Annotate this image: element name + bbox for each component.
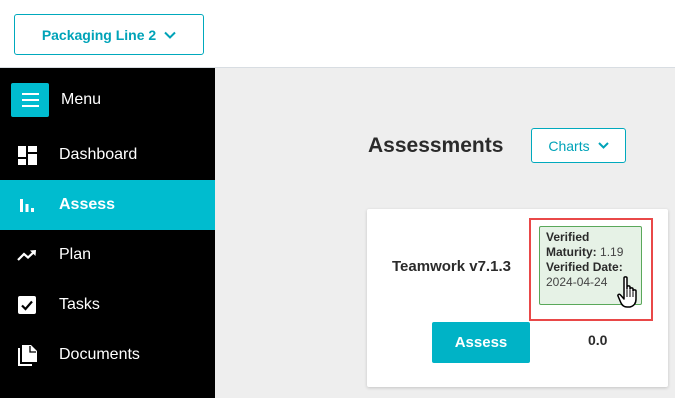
highlight-box: Verified Maturity: 1.19 Verified Date: 2…: [529, 218, 653, 321]
chevron-down-icon: [164, 31, 176, 39]
bar-chart-icon: [17, 195, 37, 215]
documents-icon: [17, 344, 37, 366]
sidebar-item-tasks[interactable]: Tasks: [0, 280, 215, 330]
charts-dropdown-button[interactable]: Charts: [531, 128, 626, 163]
trending-up-icon: [17, 245, 37, 265]
verified-date-label: Verified Date:: [546, 260, 623, 274]
menu-label: Menu: [61, 91, 102, 108]
menu-header: Menu: [0, 68, 215, 130]
production-line-label: Packaging Line 2: [41, 26, 157, 43]
hand-pointer-cursor-icon: [617, 276, 637, 308]
assessment-card: Teamwork v7.1.3 Verified Maturity: 1.19 …: [367, 209, 668, 387]
verified-maturity-value: 1.19: [600, 245, 624, 259]
sidebar-item-label: Tasks: [59, 296, 100, 313]
sidebar-item-label: Documents: [59, 346, 140, 363]
top-bar: Packaging Line 2: [0, 0, 675, 68]
sidebar-item-label: Plan: [59, 246, 92, 263]
assess-button[interactable]: Assess: [432, 322, 530, 363]
dashboard-icon: [17, 145, 37, 165]
hamburger-menu-icon[interactable]: [11, 83, 49, 117]
page-title: Assessments: [368, 134, 504, 157]
sidebar-item-documents[interactable]: Documents: [0, 330, 215, 380]
verified-maturity-label: Verified Maturity:: [546, 230, 597, 259]
score-value: 0.0: [588, 332, 608, 348]
sidebar-item-dashboard[interactable]: Dashboard: [0, 130, 215, 180]
assessment-name: Teamwork v7.1.3: [392, 258, 511, 275]
checkbox-icon: [17, 295, 37, 315]
sidebar-item-assess[interactable]: Assess: [0, 180, 215, 230]
sidebar-item-label: Dashboard: [59, 146, 138, 163]
sidebar: Menu Dashboard Assess Plan Tasks Documen…: [0, 68, 215, 398]
sidebar-item-plan[interactable]: Plan: [0, 230, 215, 280]
sidebar-item-label: Assess: [59, 196, 116, 213]
chevron-down-icon: [597, 142, 609, 149]
charts-label: Charts: [548, 137, 590, 154]
production-line-dropdown[interactable]: Packaging Line 2: [14, 14, 204, 55]
